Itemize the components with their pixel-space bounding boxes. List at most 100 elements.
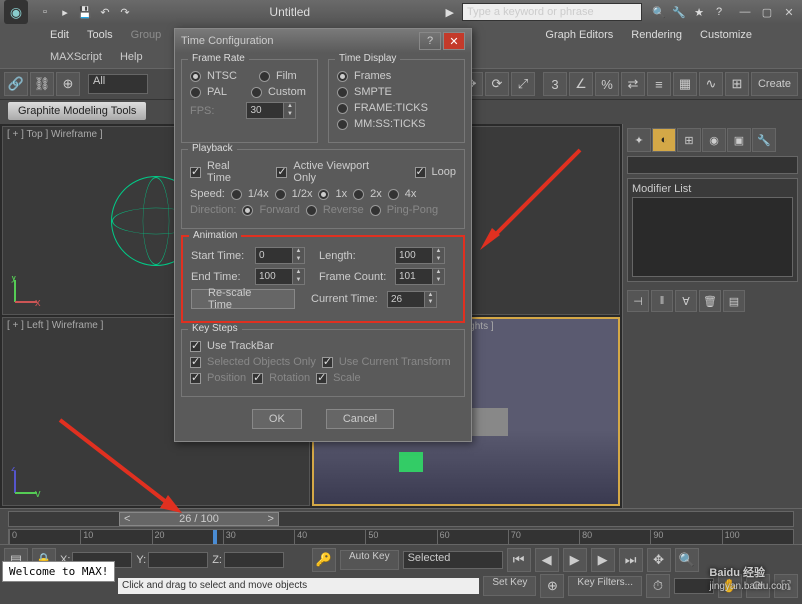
rotation-checkbox[interactable] (252, 373, 263, 384)
fps-input[interactable] (247, 103, 283, 118)
current-frame-field[interactable] (674, 578, 714, 594)
position-checkbox[interactable] (190, 373, 201, 384)
snap-icon[interactable]: 3 (543, 72, 567, 96)
end-time-input[interactable] (256, 269, 292, 284)
display-tab-icon[interactable]: ▣ (727, 128, 751, 152)
menu-help[interactable]: Help (120, 51, 143, 63)
star-icon[interactable]: ★ (690, 3, 708, 21)
set-key-button[interactable]: Set Key (483, 576, 536, 596)
set-key-large-icon[interactable]: ⊕ (540, 574, 564, 598)
ntsc-radio[interactable] (190, 71, 201, 82)
slider-prev-icon[interactable]: < (124, 513, 130, 525)
viewport-nav-icon[interactable]: ✥ (647, 548, 671, 572)
percent-snap-icon[interactable]: % (595, 72, 619, 96)
speed-4-radio[interactable] (388, 189, 399, 200)
unlink-icon[interactable]: ⛓ (30, 72, 54, 96)
rotate-icon[interactable]: ⟳ (485, 72, 509, 96)
align-icon[interactable]: ≡ (647, 72, 671, 96)
reverse-radio[interactable] (306, 205, 317, 216)
smpte-radio[interactable] (337, 87, 348, 98)
menu-tools[interactable]: Tools (87, 29, 113, 41)
dialog-close-button[interactable]: ✕ (443, 32, 465, 50)
window-close-button[interactable]: ✕ (780, 4, 798, 20)
save-icon[interactable]: 💾 (76, 3, 94, 21)
current-time-spinner[interactable]: ▲▼ (387, 291, 437, 308)
realtime-checkbox[interactable] (190, 167, 201, 178)
graphite-tab[interactable]: Graphite Modeling Tools (8, 102, 146, 120)
make-unique-icon[interactable]: ∀ (675, 290, 697, 312)
selected-only-checkbox[interactable] (190, 357, 201, 368)
prev-frame-icon[interactable]: ◀ (535, 548, 559, 572)
selection-filter[interactable]: All (88, 74, 148, 94)
curve-editor-icon[interactable]: ∿ (699, 72, 723, 96)
current-frame-marker[interactable] (213, 530, 217, 544)
menu-edit[interactable]: Edit (50, 29, 69, 41)
create-panel-button[interactable]: Create (751, 72, 798, 96)
coord-y-input[interactable] (148, 552, 208, 568)
goto-start-icon[interactable]: ⏮ (507, 548, 531, 572)
key-filters-button[interactable]: Key Filters... (568, 576, 642, 596)
trackbar-ruler[interactable]: 0 10 20 30 40 50 60 70 80 90 100 (8, 529, 794, 545)
menu-group[interactable]: Group (131, 29, 162, 41)
open-icon[interactable]: ▸ (56, 3, 74, 21)
modifier-stack[interactable] (632, 197, 793, 277)
utilities-tab-icon[interactable]: 🔧 (752, 128, 776, 152)
active-vp-checkbox[interactable] (276, 167, 287, 178)
length-spinner[interactable]: ▲▼ (395, 247, 445, 264)
pin-stack-icon[interactable]: ⊣ (627, 290, 649, 312)
new-icon[interactable]: ▫ (36, 3, 54, 21)
time-config-icon[interactable]: ⏱ (646, 574, 670, 598)
maximize-button[interactable]: ▢ (758, 4, 776, 20)
frame-count-input[interactable] (396, 269, 432, 284)
play-animation-icon[interactable]: ▶ (563, 548, 587, 572)
dialog-help-button[interactable]: ? (419, 32, 441, 50)
start-time-spinner[interactable]: ▲▼ (255, 247, 305, 264)
motion-tab-icon[interactable]: ◉ (702, 128, 726, 152)
current-time-input[interactable] (388, 292, 424, 307)
menu-maxscript[interactable]: MAXScript (50, 51, 102, 63)
show-end-icon[interactable]: ‖ (651, 290, 673, 312)
play-icon[interactable]: ▶ (446, 6, 454, 19)
key-icon[interactable]: 🔑 (312, 548, 336, 572)
search-input[interactable]: Type a keyword or phrase (462, 3, 642, 21)
forward-radio[interactable] (242, 205, 253, 216)
redo-icon[interactable]: ↷ (116, 3, 134, 21)
custom-radio[interactable] (251, 87, 262, 98)
undo-icon[interactable]: ↶ (96, 3, 114, 21)
viewport-zoom-icon[interactable]: 🔍 (675, 548, 699, 572)
menu-rendering[interactable]: Rendering (631, 29, 682, 41)
link-icon[interactable]: 🔗 (4, 72, 28, 96)
time-slider-thumb[interactable]: < 26 / 100 > (119, 512, 279, 526)
speed-1-4-radio[interactable] (231, 189, 242, 200)
speed-1-radio[interactable] (318, 189, 329, 200)
bind-icon[interactable]: ⊕ (56, 72, 80, 96)
mirror-icon[interactable]: ⇄ (621, 72, 645, 96)
modifier-list-label[interactable]: Modifier List (632, 183, 793, 195)
next-frame-icon[interactable]: ▶ (591, 548, 615, 572)
film-radio[interactable] (259, 71, 270, 82)
modify-tab-icon[interactable]: ◐ (652, 128, 676, 152)
goto-end-icon[interactable]: ⏭ (619, 548, 643, 572)
menu-customize[interactable]: Customize (700, 29, 752, 41)
wrench-icon[interactable]: 🔧 (670, 3, 688, 21)
hierarchy-tab-icon[interactable]: ⊞ (677, 128, 701, 152)
time-slider-track[interactable]: < 26 / 100 > (8, 511, 794, 527)
frameticks-radio[interactable] (337, 103, 348, 114)
frame-count-spinner[interactable]: ▲▼ (395, 268, 445, 285)
mmss-radio[interactable] (337, 119, 348, 130)
speed-2-radio[interactable] (353, 189, 364, 200)
minimize-button[interactable]: — (736, 4, 754, 20)
cancel-button[interactable]: Cancel (326, 409, 394, 429)
layers-icon[interactable]: ▦ (673, 72, 697, 96)
frames-radio[interactable] (337, 71, 348, 82)
angle-snap-icon[interactable]: ∠ (569, 72, 593, 96)
create-tab-icon[interactable]: ✦ (627, 128, 651, 152)
help-icon[interactable]: ? (710, 3, 728, 21)
fps-spinner[interactable]: ▲▼ (246, 102, 296, 119)
coord-z-input[interactable] (224, 552, 284, 568)
end-time-spinner[interactable]: ▲▼ (255, 268, 305, 285)
start-time-input[interactable] (256, 248, 292, 263)
key-mode-combo[interactable]: Selected (403, 551, 503, 569)
length-input[interactable] (396, 248, 432, 263)
pal-radio[interactable] (190, 87, 201, 98)
